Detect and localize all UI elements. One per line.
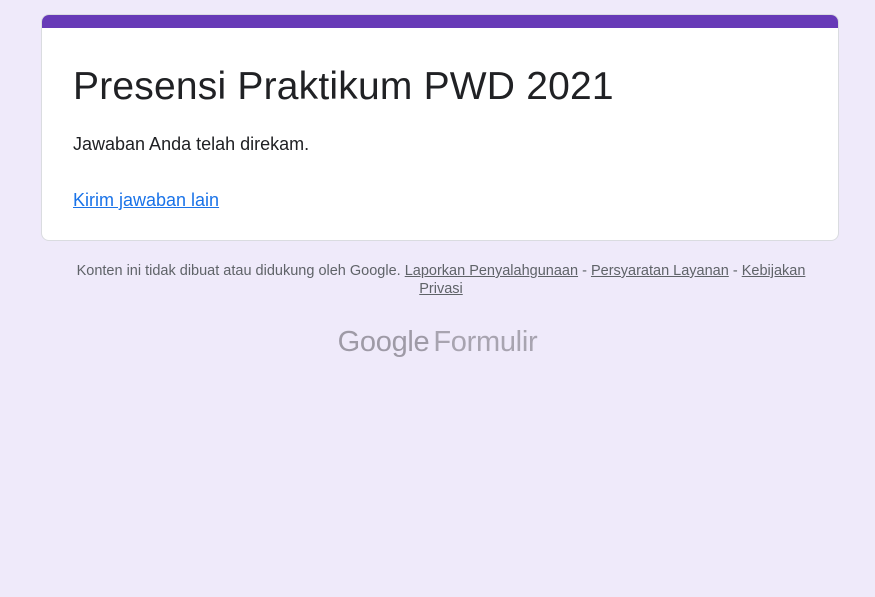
confirmation-message: Jawaban Anda telah direkam. — [73, 134, 310, 154]
report-abuse-link[interactable]: Laporkan Penyalahgunaan — [405, 263, 578, 279]
brand-company: Google — [337, 326, 430, 358]
submit-another-response-link[interactable]: Kirim jawaban lain — [73, 189, 219, 211]
google-forms-logo[interactable]: Google Formulir — [0, 322, 875, 362]
card-accent-bar — [42, 15, 838, 28]
footer-separator: - — [582, 263, 587, 279]
terms-of-service-link[interactable]: Persyaratan Layanan — [591, 263, 729, 279]
brand-product: Formulir — [433, 326, 538, 358]
disclaimer-text: Konten ini tidak dibuat atau didukung ol… — [76, 263, 401, 279]
footer-disclaimer: Konten ini tidak dibuat atau didukung ol… — [60, 262, 822, 298]
confirmation-card: Presensi Praktikum PWD 2021 Jawaban Anda… — [41, 14, 839, 241]
form-title: Presensi Praktikum PWD 2021 — [73, 65, 614, 108]
footer-separator: - — [732, 263, 738, 279]
